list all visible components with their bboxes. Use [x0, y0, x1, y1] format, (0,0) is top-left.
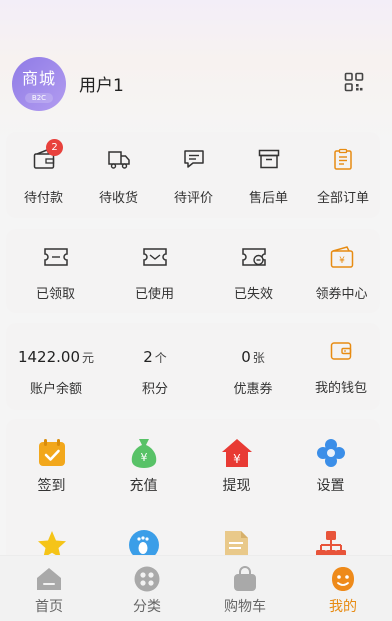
order-label: 全部订单	[316, 191, 369, 206]
points-value-row: 2个	[106, 348, 204, 366]
coupon-expired[interactable]: 已失效	[204, 229, 303, 313]
order-after-sales[interactable]: 售后单	[231, 132, 306, 218]
account-balance[interactable]: 1422.00 元 账户余额	[6, 323, 106, 410]
services-card: 签到 ¥ 充值 ¥ 提现 设置	[6, 419, 380, 569]
tab-label: 首页	[35, 599, 63, 615]
tab-profile[interactable]: 我的	[294, 556, 392, 621]
vouchers-unit: 张	[252, 351, 265, 365]
balance-value: 1422.00	[17, 348, 80, 366]
coupon-center-icon: ¥	[330, 246, 353, 268]
order-label: 待付款	[23, 191, 63, 206]
coupon-label: 已失效	[233, 287, 273, 302]
service-label: 签到	[37, 478, 66, 494]
points-label: 积分	[141, 382, 168, 397]
comment-icon	[183, 150, 204, 168]
order-all[interactable]: 全部订单	[306, 132, 380, 218]
service-recharge[interactable]: ¥ 充值	[97, 419, 190, 505]
order-list-icon	[334, 148, 352, 170]
order-label: 待评价	[173, 191, 213, 206]
return-box-icon	[258, 149, 279, 169]
profile-header: 商城 B2C 用户1	[0, 0, 392, 130]
order-to-review[interactable]: 待评价	[156, 132, 231, 218]
coupon-center[interactable]: ¥ 领券中心	[303, 229, 380, 313]
house-yen-icon: ¥	[221, 439, 252, 467]
coupon-used[interactable]: 已使用	[105, 229, 204, 313]
category-icon	[134, 566, 160, 592]
balance-label: 账户余额	[29, 382, 82, 397]
my-wallet[interactable]: 我的钱包	[302, 323, 380, 410]
points[interactable]: 2个 积分	[106, 323, 204, 410]
avatar[interactable]: 商城 B2C	[12, 57, 66, 111]
money-bag-icon: ¥	[131, 439, 156, 468]
tab-label: 分类	[133, 599, 161, 615]
coupon-received[interactable]: 已领取	[6, 229, 105, 313]
points-value: 2	[143, 348, 153, 366]
avatar-text: 商城	[21, 69, 56, 88]
ticket-check-icon	[142, 248, 167, 266]
home-icon	[37, 568, 61, 590]
vouchers-value-row: 0张	[204, 348, 302, 366]
coupon-label: 领券中心	[315, 287, 368, 302]
ticket-icon	[43, 248, 68, 266]
unpaid-count-badge: 2	[46, 139, 63, 156]
service-checkin[interactable]: 签到	[6, 419, 97, 505]
service-withdraw[interactable]: ¥ 提现	[190, 419, 283, 505]
cart-icon	[234, 566, 256, 591]
order-label: 待收货	[98, 191, 138, 206]
avatar-subtext: B2C	[25, 93, 53, 103]
truck-icon	[107, 151, 130, 169]
bottom-tab-bar: 首页 分类 购物车 我的	[0, 555, 392, 621]
tab-label: 我的	[329, 599, 357, 615]
service-label: 设置	[316, 478, 345, 494]
service-label: 提现	[222, 478, 251, 494]
username[interactable]: 用户1	[79, 71, 124, 96]
order-to-receive[interactable]: 待收货	[81, 132, 156, 218]
tab-category[interactable]: 分类	[98, 556, 196, 621]
wallet-label: 我的钱包	[314, 381, 367, 396]
flower-gear-icon	[316, 439, 345, 467]
coupon-label: 已使用	[134, 287, 174, 302]
service-settings[interactable]: 设置	[283, 419, 378, 505]
tab-label: 购物车	[224, 599, 266, 615]
order-label: 售后单	[248, 191, 288, 206]
svg-text:¥: ¥	[233, 452, 241, 466]
balance-value-row: 1422.00 元	[6, 348, 106, 366]
vouchers-label: 优惠券	[233, 382, 273, 397]
ticket-expired-icon	[241, 248, 266, 266]
profile-icon	[332, 567, 354, 591]
svg-text:¥: ¥	[140, 451, 147, 464]
tab-cart[interactable]: 购物车	[196, 556, 294, 621]
qr-code-icon[interactable]	[344, 72, 364, 92]
balance-unit: 元	[82, 351, 95, 365]
service-label: 充值	[129, 478, 158, 494]
points-unit: 个	[154, 351, 167, 365]
tab-home[interactable]: 首页	[0, 556, 98, 621]
purse-icon	[330, 342, 352, 360]
coupon-label: 已领取	[35, 287, 75, 302]
calendar-check-icon	[38, 439, 65, 466]
vouchers-value: 0	[241, 348, 251, 366]
vouchers[interactable]: 0张 优惠券	[204, 323, 302, 410]
svg-text:¥: ¥	[339, 256, 345, 266]
order-pending-payment[interactable]: 待付款	[6, 132, 81, 218]
